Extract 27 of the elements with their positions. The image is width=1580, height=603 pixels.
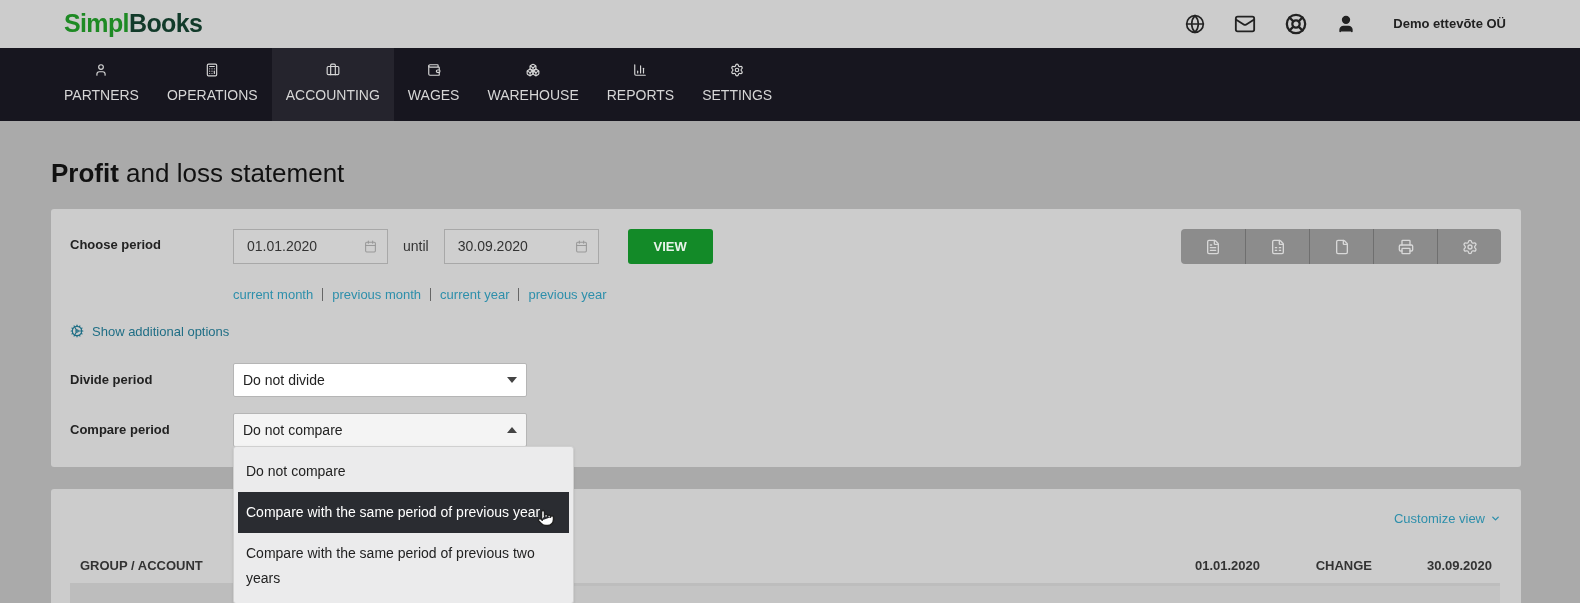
field-label: Divide period [70, 371, 154, 390]
nav-tab[interactable]: ACCOUNTING [271, 48, 394, 121]
column-header: GROUP / ACCOUNT [79, 556, 203, 575]
view-button[interactable]: VIEW [627, 229, 713, 264]
date-field[interactable]: 01.01.2020 [233, 229, 388, 264]
column-header: 01.01.2020 [1193, 556, 1260, 575]
field-label: Choose period [70, 235, 162, 254]
nav-tab[interactable]: WAGES [393, 48, 474, 121]
field-label: Compare period [70, 421, 171, 440]
page-title: Profit and loss statement [51, 157, 346, 190]
nav-tab[interactable]: SETTINGS [688, 48, 787, 121]
nav-tab[interactable]: OPERATIONS [152, 48, 272, 121]
date-field[interactable]: 30.09.2020 [443, 229, 599, 264]
dropdown-option[interactable]: Compare with the same period of previous year [238, 492, 569, 533]
additional-options-link[interactable]: Show additional options [70, 321, 230, 341]
dropdown-option[interactable]: Do not compare [238, 451, 569, 492]
nav-tab[interactable]: WAREHOUSE [473, 48, 593, 121]
column-header: CHANGE [1314, 556, 1373, 575]
nav-tab[interactable]: PARTNERS [50, 48, 153, 121]
company-name[interactable]: Demo ettevõte OÜ [1393, 14, 1506, 34]
dropdown-select[interactable]: Do not compare [233, 413, 527, 447]
nav-tab[interactable]: REPORTS [592, 48, 689, 121]
until-label: until [403, 237, 429, 256]
logo[interactable]: SimplBooks [64, 5, 203, 43]
column-header: 30.09.2020 [1425, 556, 1493, 575]
dropdown-option[interactable]: Compare with the same period of previous two years [238, 533, 569, 599]
dropdown-select[interactable]: Do not divide [233, 363, 527, 397]
